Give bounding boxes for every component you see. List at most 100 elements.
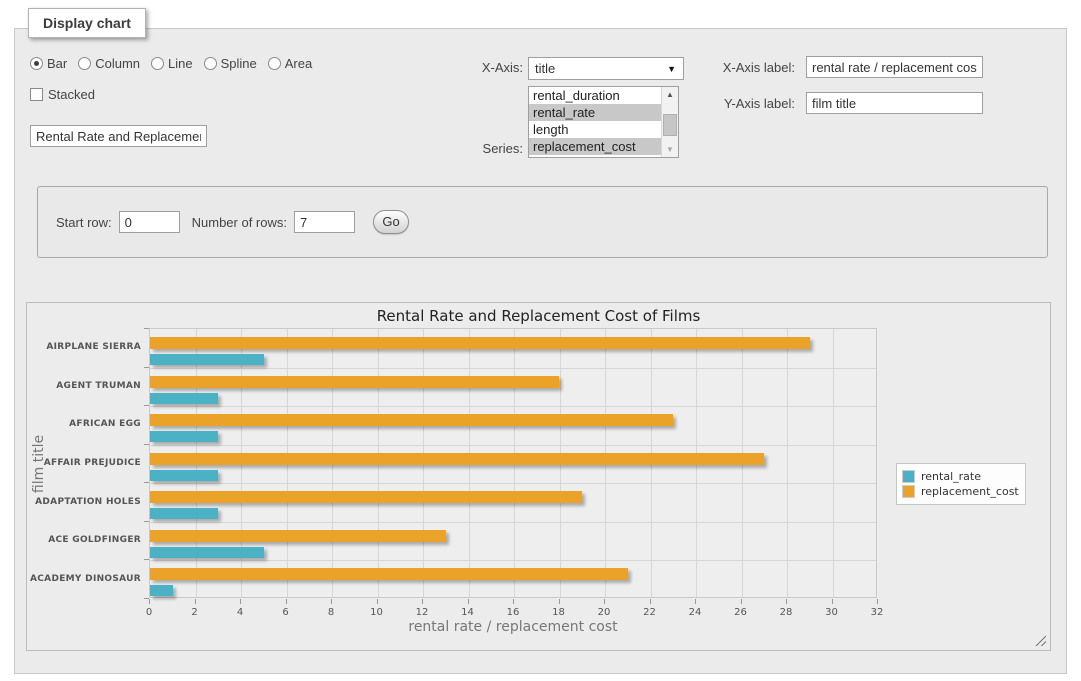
bar-replacement-cost[interactable] [150, 337, 810, 349]
x-axis-label-input[interactable] [806, 56, 983, 78]
gridline [833, 329, 834, 597]
y-axis-label-input[interactable] [806, 92, 983, 114]
chart-type-radio-spline[interactable]: Spline [204, 56, 257, 71]
x-tick-label: 8 [316, 607, 346, 618]
x-tick-label: 4 [225, 607, 255, 618]
x-tick-mark [786, 599, 787, 604]
start-row-input[interactable] [119, 211, 180, 233]
y-axis-title: film title [31, 424, 47, 504]
x-tick-label: 12 [407, 607, 437, 618]
x-tick-mark [195, 599, 196, 604]
x-tick-label: 32 [862, 607, 892, 618]
radio-label: Bar [47, 56, 67, 71]
x-tick-mark [331, 599, 332, 604]
stacked-checkbox-box[interactable] [30, 88, 43, 101]
x-tick-mark [832, 599, 833, 604]
go-button[interactable]: Go [373, 210, 409, 234]
start-row-label: Start row: [56, 215, 112, 230]
fieldset-legend: Display chart [28, 8, 146, 38]
x-tick-mark [422, 599, 423, 604]
bar-rental-rate[interactable] [150, 508, 218, 519]
row-range-panel: Start row: Number of rows: Go [37, 186, 1048, 258]
x-tick-label: 20 [589, 607, 619, 618]
x-tick-mark [286, 599, 287, 604]
series-option-rental_rate[interactable]: rental_rate [529, 104, 661, 121]
chart-type-radio-area[interactable]: Area [268, 56, 312, 71]
x-tick-label: 6 [271, 607, 301, 618]
bar-replacement-cost[interactable] [150, 376, 559, 388]
scrollbar-thumb[interactable] [663, 114, 677, 136]
radio-icon[interactable] [30, 57, 43, 70]
x-tick-label: 10 [362, 607, 392, 618]
bar-rental-rate[interactable] [150, 393, 218, 404]
y-tick-label: AGENT TRUMAN [27, 381, 141, 391]
x-axis-label-caption: X-Axis label: [703, 60, 795, 75]
radio-icon[interactable] [151, 57, 164, 70]
y-tick-label: ACE GOLDFINGER [27, 535, 141, 545]
x-tick-mark [149, 599, 150, 604]
bar-replacement-cost[interactable] [150, 568, 628, 580]
chevron-down-icon: ▼ [667, 64, 676, 74]
legend-item-rental_rate: rental_rate [902, 470, 1019, 483]
radio-label: Spline [221, 56, 257, 71]
gridline [150, 406, 876, 407]
x-tick-label: 30 [817, 607, 847, 618]
radio-label: Area [285, 56, 312, 71]
series-scrollbar[interactable]: ▲ ▼ [661, 87, 678, 157]
plot-area [149, 328, 877, 598]
x-tick-mark [468, 599, 469, 604]
chart-title-input[interactable] [30, 125, 207, 147]
bar-rental-rate[interactable] [150, 431, 218, 442]
scroll-down-icon[interactable]: ▼ [662, 142, 678, 157]
series-option-replacement_cost[interactable]: replacement_cost [529, 138, 661, 155]
display-chart-fieldset: Display chart BarColumnLineSplineArea St… [14, 28, 1067, 674]
bar-rental-rate[interactable] [150, 547, 264, 558]
y-tick-mark [144, 444, 149, 445]
series-list-label: Series: [435, 141, 523, 156]
x-tick-label: 0 [134, 607, 164, 618]
chart-type-radio-group: Bar Column Line Spline Area [30, 56, 323, 73]
bar-rental-rate[interactable] [150, 470, 218, 481]
x-tick-mark [559, 599, 560, 604]
y-tick-mark [144, 482, 149, 483]
x-tick-label: 24 [680, 607, 710, 618]
x-tick-label: 2 [180, 607, 210, 618]
x-axis-select-value: title [535, 61, 555, 76]
resize-handle-icon[interactable] [1035, 635, 1046, 646]
x-tick-label: 18 [544, 607, 574, 618]
series-option-rental_duration[interactable]: rental_duration [529, 87, 661, 104]
y-tick-mark [144, 405, 149, 406]
bar-replacement-cost[interactable] [150, 453, 764, 465]
y-tick-mark [144, 367, 149, 368]
num-rows-input[interactable] [294, 211, 355, 233]
x-axis-select[interactable]: title ▼ [528, 57, 684, 80]
bar-replacement-cost[interactable] [150, 530, 446, 542]
chart-legend: rental_rate replacement_cost [896, 463, 1026, 505]
radio-icon[interactable] [78, 57, 91, 70]
series-listbox[interactable]: rental_durationrental_ratelengthreplacem… [528, 86, 679, 158]
gridline [150, 483, 876, 484]
radio-icon[interactable] [204, 57, 217, 70]
x-tick-mark [604, 599, 605, 604]
gridline [150, 445, 876, 446]
x-tick-label: 14 [453, 607, 483, 618]
bar-rental-rate[interactable] [150, 585, 173, 596]
legend-item-replacement_cost: replacement_cost [902, 485, 1019, 498]
x-tick-mark [240, 599, 241, 604]
num-rows-label: Number of rows: [192, 215, 287, 230]
x-tick-label: 26 [726, 607, 756, 618]
radio-icon[interactable] [268, 57, 281, 70]
scroll-up-icon[interactable]: ▲ [662, 87, 678, 102]
bar-replacement-cost[interactable] [150, 491, 582, 503]
x-axis-title: rental rate / replacement cost [149, 619, 877, 635]
series-option-length[interactable]: length [529, 121, 661, 138]
bar-rental-rate[interactable] [150, 354, 264, 365]
chart-type-radio-line[interactable]: Line [151, 56, 193, 71]
radio-label: Line [168, 56, 193, 71]
x-tick-label: 16 [498, 607, 528, 618]
stacked-checkbox[interactable]: Stacked [30, 87, 95, 102]
legend-label: rental_rate [921, 470, 981, 483]
chart-type-radio-bar[interactable]: Bar [30, 56, 67, 71]
chart-type-radio-column[interactable]: Column [78, 56, 140, 71]
bar-replacement-cost[interactable] [150, 414, 673, 426]
